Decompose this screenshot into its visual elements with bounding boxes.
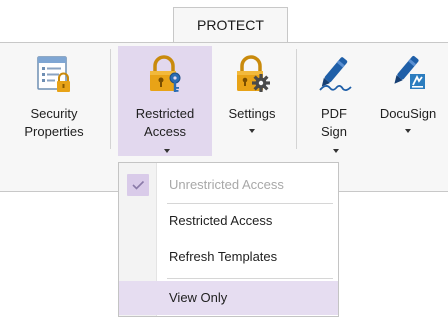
pdf-sign-button[interactable]: PDF Sign [302, 46, 366, 156]
ribbon-separator [296, 49, 297, 149]
ribbon-separator [110, 49, 111, 149]
tab-bar: PROTECT [0, 0, 448, 43]
restricted-access-menu: Unrestricted Access Restricted Access Re… [118, 162, 339, 317]
chevron-down-icon [332, 148, 339, 153]
menu-item-view-only[interactable]: View Only [119, 281, 338, 315]
menu-item-restricted-access[interactable]: Restricted Access [119, 204, 338, 238]
menu-item-label: Refresh Templates [169, 249, 278, 264]
menu-item-label: Unrestricted Access [169, 177, 284, 192]
docusign-label: DocuSign [379, 106, 437, 121]
menu-item-refresh-templates[interactable]: Refresh Templates [119, 240, 338, 274]
pen-sign-icon [319, 57, 352, 92]
restricted-access-label-line1: Restricted [135, 106, 195, 121]
chevron-down-icon [249, 129, 255, 133]
security-properties-label-line2: Properties [24, 124, 84, 139]
pdf-sign-label-line2: Sign [320, 124, 348, 139]
lock-gear-icon [237, 55, 270, 92]
docusign-pen-icon [394, 55, 425, 89]
docusign-button[interactable]: DocuSign [368, 46, 448, 156]
lock-key-icon [150, 55, 181, 92]
security-properties-button[interactable]: Security Properties [4, 46, 104, 156]
chevron-down-icon [405, 129, 411, 133]
menu-item-label: View Only [169, 290, 228, 305]
security-properties-label-line1: Security [30, 106, 78, 121]
settings-button[interactable]: Settings [214, 46, 290, 156]
restricted-access-button[interactable]: Restricted Access [118, 46, 212, 156]
settings-label: Settings [228, 106, 276, 121]
pdf-sign-label-line1: PDF [321, 106, 347, 121]
security-properties-icon [37, 56, 70, 92]
menu-item-label: Restricted Access [169, 213, 273, 228]
tab-protect[interactable]: PROTECT [173, 7, 288, 42]
checkmark-icon [127, 174, 149, 196]
chevron-down-icon [163, 148, 170, 153]
restricted-access-label-line2: Access [144, 124, 186, 139]
menu-separator [167, 278, 333, 279]
menu-item-unrestricted-access[interactable]: Unrestricted Access [119, 168, 338, 202]
